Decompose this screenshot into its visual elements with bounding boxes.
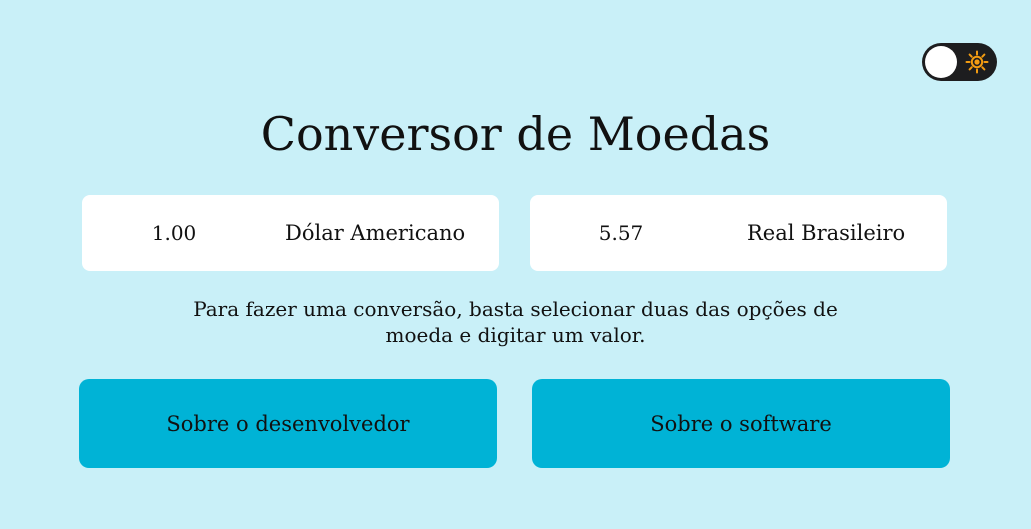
instructions-line-2: moeda e digitar um valor. — [385, 323, 646, 347]
from-currency-select[interactable]: Dólar Americano — [285, 214, 465, 252]
theme-toggle[interactable] — [922, 43, 997, 81]
to-currency-box: Real Brasileiro — [530, 195, 947, 271]
to-amount-input[interactable] — [561, 214, 681, 252]
from-currency-box: Dólar Americano — [82, 195, 499, 271]
from-amount-input[interactable] — [114, 214, 234, 252]
sun-icon — [965, 50, 989, 74]
about-developer-button[interactable]: Sobre o desenvolvedor — [79, 379, 497, 468]
instructions-line-1: Para fazer uma conversão, basta selecion… — [193, 297, 838, 321]
toggle-knob — [925, 46, 957, 78]
instructions-text: Para fazer uma conversão, basta selecion… — [0, 296, 1031, 348]
to-currency-select[interactable]: Real Brasileiro — [747, 214, 905, 252]
page-title: Conversor de Moedas — [260, 107, 771, 161]
about-software-button[interactable]: Sobre o software — [532, 379, 950, 468]
